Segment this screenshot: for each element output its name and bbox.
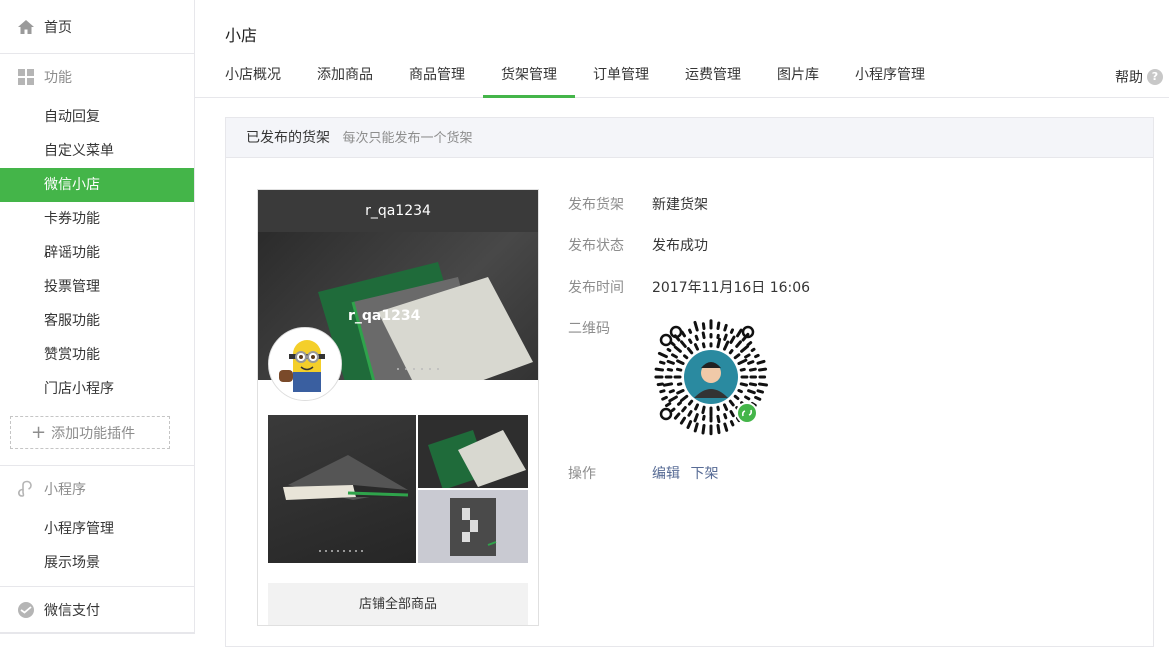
sidebar-item-feature[interactable]: 门店小程序 bbox=[0, 372, 194, 406]
help-label: 帮助 bbox=[1115, 67, 1143, 87]
sidebar-home-label: 首页 bbox=[44, 17, 72, 37]
preview-product-grid bbox=[268, 415, 528, 563]
product-image-3[interactable] bbox=[418, 490, 528, 563]
product-image-1[interactable] bbox=[268, 415, 416, 563]
sidebar-wxpay[interactable]: 微信支付 bbox=[0, 587, 194, 633]
main-content: 小店 小店概况添加商品商品管理货架管理订单管理运费管理图片库小程序管理 帮助 ?… bbox=[195, 0, 1169, 634]
preview-shop-name: r_qa1234 bbox=[348, 308, 420, 324]
tab-item[interactable]: 订单管理 bbox=[593, 54, 649, 98]
minion-avatar-icon bbox=[269, 328, 342, 401]
all-goods-button[interactable]: 店铺全部商品 bbox=[268, 583, 528, 626]
feature-list: 自动回复自定义菜单微信小店卡券功能辟谣功能投票管理客服功能赞赏功能门店小程序 bbox=[0, 100, 194, 406]
product-image-2[interactable] bbox=[418, 415, 528, 488]
sidebar-item-display-scene[interactable]: 展示场景 bbox=[0, 546, 194, 580]
info-label: 发布货架 bbox=[568, 194, 652, 214]
sidebar-wxpay-label: 微信支付 bbox=[44, 600, 100, 620]
published-shelf-panel: 已发布的货架 每次只能发布一个货架 r_qa1234 r_qa1234 bbox=[225, 117, 1154, 647]
sidebar-item-feature[interactable]: 客服功能 bbox=[0, 304, 194, 338]
shelf-name-value: 新建货架 bbox=[652, 194, 708, 214]
tab-item[interactable]: 小程序管理 bbox=[855, 54, 925, 98]
sidebar-section-miniapp: 小程序 bbox=[0, 466, 194, 512]
wxpay-icon bbox=[16, 600, 36, 620]
sidebar-item-feature[interactable]: 投票管理 bbox=[0, 270, 194, 304]
panel-header: 已发布的货架 每次只能发布一个货架 bbox=[226, 118, 1153, 158]
info-label: 发布状态 bbox=[568, 235, 652, 255]
panel-title: 已发布的货架 bbox=[246, 130, 330, 146]
home-icon bbox=[16, 17, 36, 37]
panel-subtitle: 每次只能发布一个货架 bbox=[342, 131, 472, 146]
sidebar: 首页 功能 自动回复自定义菜单微信小店卡券功能辟谣功能投票管理客服功能赞赏功能门… bbox=[0, 0, 195, 634]
info-label: 操作 bbox=[568, 463, 652, 483]
tab-bar: 小店概况添加商品商品管理货架管理订单管理运费管理图片库小程序管理 帮助 ? bbox=[195, 54, 1169, 98]
sidebar-item-feature[interactable]: 赞赏功能 bbox=[0, 338, 194, 372]
tab-item[interactable]: 图片库 bbox=[777, 54, 819, 98]
tab-item[interactable]: 货架管理 bbox=[483, 54, 575, 98]
info-label: 二维码 bbox=[568, 318, 652, 338]
offline-link[interactable]: 下架 bbox=[690, 466, 718, 482]
sidebar-item-feature[interactable]: 自动回复 bbox=[0, 100, 194, 134]
help-link[interactable]: 帮助 ? bbox=[1115, 67, 1163, 87]
edit-link[interactable]: 编辑 bbox=[652, 466, 680, 482]
sidebar-home[interactable]: 首页 bbox=[0, 0, 194, 54]
sidebar-item-feature[interactable]: 自定义菜单 bbox=[0, 134, 194, 168]
question-icon: ? bbox=[1147, 69, 1163, 85]
shop-avatar bbox=[268, 327, 342, 401]
tab-item[interactable]: 小店概况 bbox=[225, 54, 281, 98]
status-value: 发布成功 bbox=[652, 235, 708, 255]
plus-icon: + bbox=[31, 424, 46, 442]
tab-item[interactable]: 添加商品 bbox=[317, 54, 373, 98]
page-title: 小店 bbox=[225, 22, 257, 46]
grid-icon bbox=[16, 67, 36, 87]
tab-item[interactable]: 运费管理 bbox=[685, 54, 741, 98]
sidebar-section-label: 功能 bbox=[44, 67, 72, 87]
preview-title-bar: r_qa1234 bbox=[258, 190, 538, 232]
miniapp-qr-code bbox=[652, 318, 770, 436]
sidebar-section-label: 小程序 bbox=[44, 479, 86, 499]
sidebar-item-feature[interactable]: 辟谣功能 bbox=[0, 236, 194, 270]
info-label: 发布时间 bbox=[568, 277, 652, 297]
time-value: 2017年11月16日 16:06 bbox=[652, 277, 810, 297]
shelf-preview: r_qa1234 r_qa1234 bbox=[257, 189, 539, 626]
sidebar-item-feature[interactable]: 卡券功能 bbox=[0, 202, 194, 236]
add-plugin-label: 添加功能插件 bbox=[51, 423, 135, 443]
sidebar-item-feature[interactable]: 微信小店 bbox=[0, 168, 194, 202]
add-plugin-button[interactable]: + 添加功能插件 bbox=[10, 416, 170, 449]
miniapp-icon bbox=[16, 479, 36, 499]
tab-item[interactable]: 商品管理 bbox=[409, 54, 465, 98]
sidebar-section-features: 功能 bbox=[0, 54, 194, 100]
sidebar-item-miniapp-manage[interactable]: 小程序管理 bbox=[0, 512, 194, 546]
